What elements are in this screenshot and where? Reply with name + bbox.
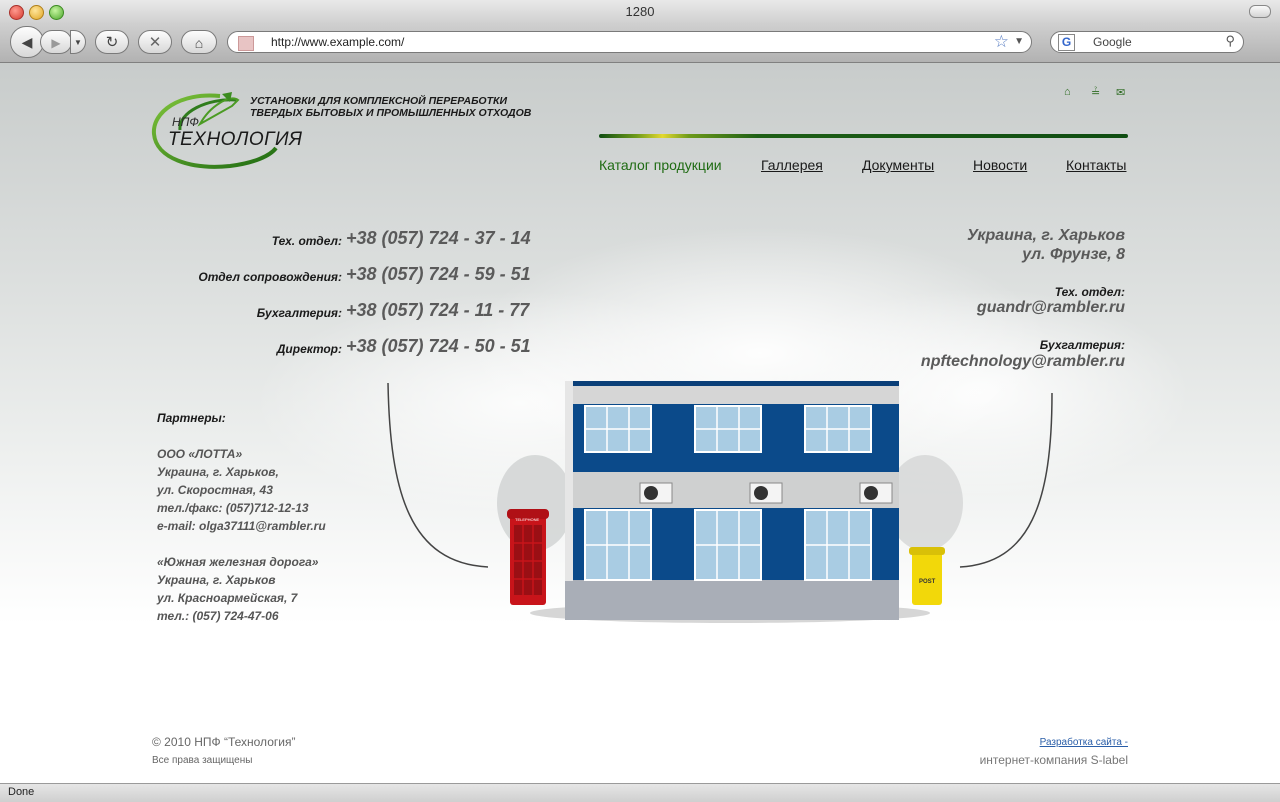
web-page: НПФ ТЕХНОЛОГИЯ УСТАНОВКИ ДЛЯ КОМПЛЕКСНОЙ… [0, 63, 1280, 783]
reload-icon: ↻ [105, 34, 119, 51]
window-titlebar: 1280 [0, 0, 1280, 24]
nav-news[interactable]: Новости [973, 157, 1027, 173]
acc-email-link[interactable]: npftechnology@rambler.ru [921, 353, 1125, 371]
search-box[interactable]: G Google ⚲ [1050, 31, 1244, 53]
forward-arrow-icon: ▶ [51, 36, 61, 50]
phone-label: Директор: [276, 342, 342, 356]
phone-row: Отдел сопровождения: +38 (057) 724 - 59 … [0, 264, 532, 284]
phone-label: Тех. отдел: [271, 234, 342, 248]
address-bar[interactable]: http://www.example.com/ ☆ ▼ [227, 31, 1032, 53]
stop-button[interactable]: ✕ [138, 30, 172, 54]
close-icon: ✕ [148, 34, 162, 51]
phone-number: +38 (057) 724 - 11 - 77 [346, 300, 530, 320]
reload-button[interactable]: ↻ [95, 30, 129, 54]
zoom-window-button[interactable] [49, 5, 64, 20]
logo-name-text: ТЕХНОЛОГИЯ [168, 129, 303, 150]
history-dropdown-button[interactable]: ▼ [70, 30, 86, 54]
copyright: © 2010 НПФ “Технология” [152, 735, 296, 749]
partner-line: ул. Скоростная, 43 [157, 483, 273, 497]
google-engine-icon[interactable]: G [1058, 34, 1075, 51]
phone-number: +38 (057) 724 - 50 - 51 [346, 336, 531, 356]
partners-block: Партнеры: ООО «ЛОТТА» Украина, г. Харько… [157, 409, 377, 625]
phone-number: +38 (057) 724 - 37 - 14 [346, 228, 531, 248]
home-button[interactable]: ⌂ [181, 30, 217, 54]
partner-line: ООО «ЛОТТА» [157, 447, 243, 461]
phone-number: +38 (057) 724 - 59 - 51 [346, 264, 531, 284]
office-building-illustration: TELEPHONE POST [380, 373, 1070, 633]
postbox-label: POST [919, 579, 936, 585]
sitemap-icon[interactable]: ≟ [1091, 86, 1100, 99]
phone-row: Тех. отдел: +38 (057) 724 - 37 - 14 [0, 228, 532, 248]
url-text[interactable]: http://www.example.com/ [271, 35, 404, 49]
home-icon[interactable]: ⌂ [1064, 86, 1071, 98]
partner-line: ул. Красноармейская, 7 [157, 591, 298, 605]
back-button[interactable]: ◀ [10, 26, 44, 58]
logo-small-text: НПФ [172, 115, 199, 129]
developer-link[interactable]: Разработка сайта - [1040, 737, 1128, 748]
address-line-2: ул. Фрунзе, 8 [1022, 246, 1125, 263]
tagline-line-2: ТВЕРДЫХ БЫТОВЫХ И ПРОМЫШЛЕННЫХ ОТХОДОВ [250, 107, 532, 119]
minimize-window-button[interactable] [29, 5, 44, 20]
browser-toolbar: ◀ ▶ ▼ ↻ ✕ ⌂ http://www.example.com/ ☆ ▼ … [0, 24, 1280, 63]
bookmark-star-icon[interactable]: ☆ [994, 32, 1009, 52]
rights-text: Все права защищены [152, 755, 253, 766]
partner-email: e-mail: olga37111@rambler.ru [157, 519, 326, 533]
nav-contacts[interactable]: Контакты [1066, 157, 1126, 173]
nav-divider [599, 134, 1128, 138]
partner-line: «Южная железная дорога» [157, 555, 319, 569]
nav-documents[interactable]: Документы [862, 157, 934, 173]
developer-company: интернет-компания S-label [979, 753, 1128, 767]
partner-line: тел.: (057) 724-47-06 [157, 609, 279, 623]
tech-email-label: Тех. отдел: [1054, 285, 1125, 299]
phone-row: Бухгалтерия: +38 (057) 724 - 11 - 77 [0, 300, 532, 320]
tagline-line-1: УСТАНОВКИ ДЛЯ КОМПЛЕКСНОЙ ПЕРЕРАБОТКИ [250, 95, 508, 107]
close-window-button[interactable] [9, 5, 24, 20]
forward-button[interactable]: ▶ [40, 30, 72, 54]
chevron-down-icon: ▼ [74, 38, 82, 47]
partner-line: тел./факс: (057)712-12-13 [157, 501, 309, 515]
window-title: 1280 [625, 4, 655, 19]
partners-heading: Партнеры: [157, 411, 226, 425]
site-tagline: УСТАНОВКИ ДЛЯ КОМПЛЕКСНОЙ ПЕРЕРАБОТКИ ТВ… [250, 95, 550, 119]
phone-label: Отдел сопровождения: [198, 270, 342, 284]
back-arrow-icon: ◀ [21, 34, 33, 50]
partner-line: Украина, г. Харьков [157, 573, 276, 587]
nav-gallery[interactable]: Галлерея [761, 157, 823, 173]
home-icon: ⌂ [194, 35, 204, 51]
status-text: Done [8, 786, 35, 798]
phone-label: Бухгалтерия: [256, 306, 342, 320]
phonebox-sign: TELEPHONE [515, 517, 540, 522]
partner-line: Украина, г. Харьков, [157, 465, 279, 479]
address-line-1: Украина, г. Харьков [966, 227, 1125, 244]
nav-catalog[interactable]: Каталог продукции [599, 157, 722, 173]
acc-email-label: Бухгалтерия: [1039, 338, 1125, 352]
search-input[interactable]: Google [1093, 35, 1132, 49]
favicon-icon [238, 36, 254, 51]
top-icons: ⌂ ≟ ✉ [1062, 86, 1132, 100]
toolbar-toggle-button[interactable] [1249, 5, 1271, 18]
mail-icon[interactable]: ✉ [1116, 86, 1125, 99]
tech-email-link[interactable]: guandr@rambler.ru [977, 299, 1125, 317]
status-bar: Done [0, 783, 1280, 802]
phone-row: Директор: +38 (057) 724 - 50 - 51 [0, 336, 532, 356]
url-dropdown-icon[interactable]: ▼ [1014, 36, 1024, 47]
search-icon[interactable]: ⚲ [1225, 33, 1235, 49]
